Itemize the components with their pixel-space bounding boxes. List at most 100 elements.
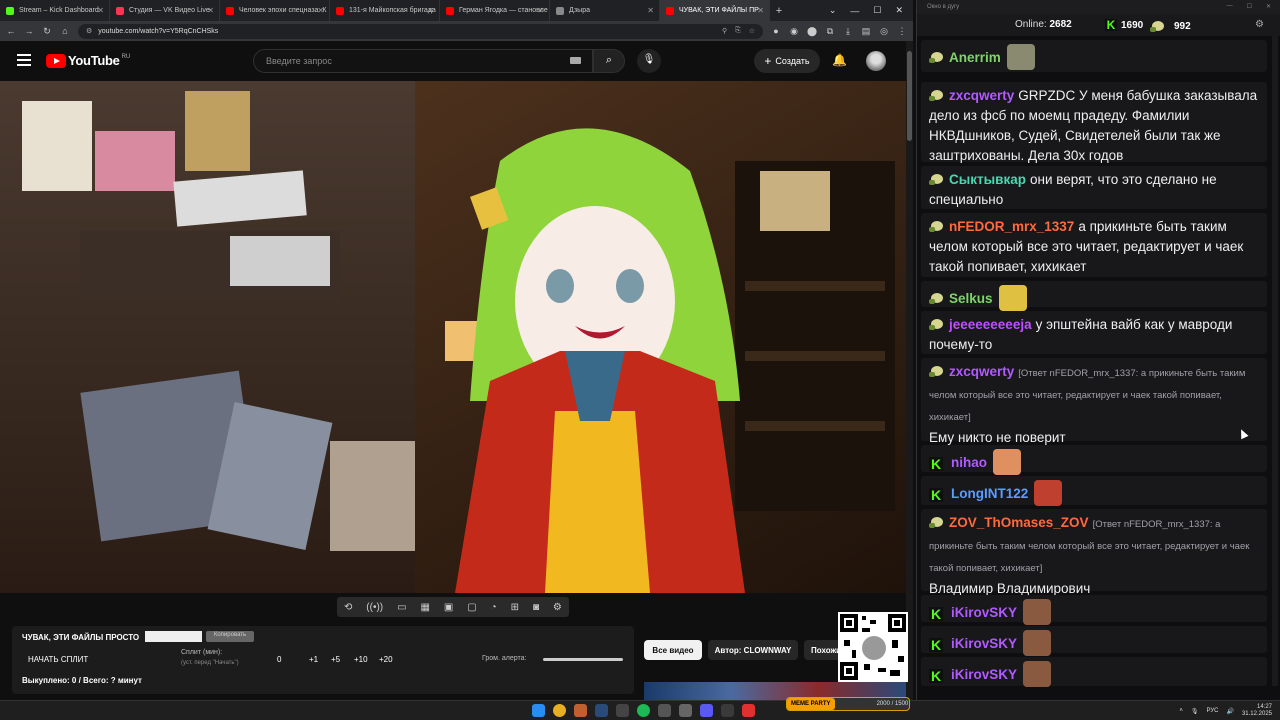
clip-icon[interactable]: ▦ [420, 602, 429, 613]
start-windows-icon[interactable] [532, 704, 545, 717]
scrollbar-thumb[interactable] [907, 51, 912, 141]
app-icon[interactable] [616, 704, 629, 717]
back-icon[interactable]: ← [6, 26, 16, 36]
extension-icon[interactable]: ● [771, 26, 781, 36]
new-tab-button[interactable]: + [770, 5, 788, 17]
chat-username[interactable]: ZOV_ThOmases_ZOV [949, 515, 1089, 530]
cast-icon[interactable]: ▭ [397, 602, 406, 613]
chat-username[interactable]: zxcqwerty [949, 364, 1014, 379]
chat-username[interactable]: nihao [951, 455, 987, 470]
chat-username[interactable]: Anerrim [949, 50, 1001, 65]
browser-tab[interactable]: Герман Ягодка — становле ✕ [440, 0, 550, 21]
download-icon[interactable]: ⤓ [843, 26, 853, 37]
chat-settings-icon[interactable]: ⚙ [1255, 19, 1264, 30]
spotify-icon[interactable] [637, 704, 650, 717]
pip-icon[interactable]: ▣ [444, 602, 453, 613]
keyboard-icon[interactable] [570, 57, 581, 64]
minimize-icon[interactable]: — [1227, 3, 1233, 10]
page-scrollbar[interactable] [906, 41, 913, 700]
sidebar-icon[interactable]: ▤ [861, 26, 871, 37]
browser-tab[interactable]: Stream – Kick Dashboard ✕ [0, 0, 110, 21]
app-icon[interactable] [658, 704, 671, 717]
tab-close-icon[interactable]: ✕ [97, 6, 104, 15]
tab-close-icon[interactable]: ✕ [317, 6, 324, 15]
notifications-bell-icon[interactable]: 🔔 [832, 53, 847, 67]
chevron-down-icon[interactable]: ⌄ [829, 5, 837, 16]
tab-close-icon[interactable]: ✕ [757, 6, 764, 15]
chip-similar[interactable]: Похожие [804, 640, 840, 660]
clock[interactable]: 14:27 31.12.2025 [1242, 704, 1272, 718]
split-0-button[interactable]: 0 [277, 655, 281, 664]
puzzle-icon[interactable]: ⧉ [825, 26, 835, 37]
forward-icon[interactable]: → [24, 26, 34, 36]
app-icon[interactable] [679, 704, 692, 717]
language-indicator[interactable]: РУС [1206, 708, 1218, 714]
chat-username[interactable]: iKirovSKY [951, 605, 1017, 620]
discord-icon[interactable] [700, 704, 713, 717]
browser-tab[interactable]: Дзыра ✕ [550, 0, 660, 21]
url-field[interactable]: ⚙ youtube.com/watch?v=Y5RqCnCHSks ⚲ ⎘ ☆ [78, 23, 763, 39]
chrome-icon[interactable] [553, 704, 566, 717]
chat-username[interactable]: zxcqwerty [949, 88, 1014, 103]
youtube-logo[interactable]: YouTube RU [46, 53, 130, 68]
tab-close-icon[interactable]: ✕ [537, 6, 544, 15]
video-player[interactable] [0, 81, 906, 593]
title-input[interactable] [145, 631, 202, 642]
copy-button[interactable]: Копировать [206, 631, 254, 642]
speed-icon[interactable]: ◔ [491, 602, 497, 613]
bookmark-star-icon[interactable]: ☆ [749, 27, 755, 35]
search-button[interactable]: ⌕ [593, 49, 625, 73]
split-plus20-button[interactable]: +20 [379, 655, 393, 664]
hamburger-menu-icon[interactable] [17, 54, 31, 66]
browser-tab[interactable]: ЧУВАК, ЭТИ ФАЙЛЫ ПР ✕ [660, 0, 770, 21]
chat-username[interactable]: Selkus [949, 291, 993, 306]
add-icon[interactable]: ⊞ [511, 602, 519, 613]
chat-username[interactable]: iKirovSKY [951, 636, 1017, 651]
app-icon[interactable] [721, 704, 734, 717]
alert-volume-slider[interactable] [543, 658, 623, 661]
tab-close-icon[interactable]: ✕ [427, 6, 434, 15]
chat-username[interactable]: iKirovSKY [951, 667, 1017, 682]
start-split-button[interactable]: НАЧАТЬ СПЛИТ [28, 655, 88, 664]
screenshot-icon[interactable]: ◙ [533, 602, 539, 613]
steam-icon[interactable] [595, 704, 608, 717]
minimize-icon[interactable]: — [850, 6, 859, 16]
browser-tab[interactable]: Человек эпохи спецназа. К ✕ [220, 0, 330, 21]
app-icon[interactable] [742, 704, 755, 717]
tab-close-icon[interactable]: ✕ [647, 6, 654, 15]
search-input[interactable]: Введите запрос [253, 49, 593, 73]
tab-close-icon[interactable]: ✕ [207, 6, 214, 15]
site-info-icon[interactable]: ⚙ [86, 27, 92, 35]
install-icon[interactable]: ⎘ [735, 27, 741, 35]
chat-username[interactable]: jeeeeeeeeeja [949, 317, 1032, 332]
chat-username[interactable]: Сыктывкар [949, 172, 1026, 187]
split-plus5-button[interactable]: +5 [331, 655, 340, 664]
menu-icon[interactable]: ⋮ [897, 26, 907, 37]
broadcast-icon[interactable]: ((•)) [366, 602, 383, 613]
split-plus1-button[interactable]: +1 [309, 655, 318, 664]
chat-username[interactable]: nFEDOR_mrx_1337 [949, 219, 1074, 234]
loop-icon[interactable]: ⟲ [344, 602, 352, 613]
zoom-icon[interactable]: ⚲ [722, 27, 727, 35]
browser-tab[interactable]: Студия — VK Видео Live ✕ [110, 0, 220, 21]
folder-icon[interactable] [574, 704, 587, 717]
close-icon[interactable]: ✕ [895, 5, 903, 16]
theater-icon[interactable]: ▢ [467, 602, 476, 613]
maximize-icon[interactable]: ☐ [873, 5, 881, 16]
volume-icon[interactable]: 🔊 [1226, 708, 1233, 715]
chat-scrollbar[interactable] [1272, 36, 1278, 686]
home-icon[interactable]: ⌂ [60, 26, 70, 36]
split-plus10-button[interactable]: +10 [354, 655, 368, 664]
mic-tray-icon[interactable]: 🎙 [1191, 708, 1199, 715]
voice-search-button[interactable]: 🎙 [637, 49, 661, 73]
browser-tab[interactable]: 131-я Майкопская бригада ✕ [330, 0, 440, 21]
chip-author[interactable]: Автор: CLOWNWAY [708, 640, 798, 660]
avatar[interactable] [866, 51, 886, 71]
extension-icon[interactable]: ⬤ [807, 26, 817, 37]
settings-gear-icon[interactable]: ⚙ [553, 602, 562, 613]
chip-all-videos[interactable]: Все видео [644, 640, 702, 660]
chat-username[interactable]: LongINT122 [951, 486, 1028, 501]
maximize-icon[interactable]: ☐ [1247, 3, 1252, 10]
close-icon[interactable]: ✕ [1266, 3, 1271, 10]
extension-icon[interactable]: ◉ [789, 26, 799, 37]
